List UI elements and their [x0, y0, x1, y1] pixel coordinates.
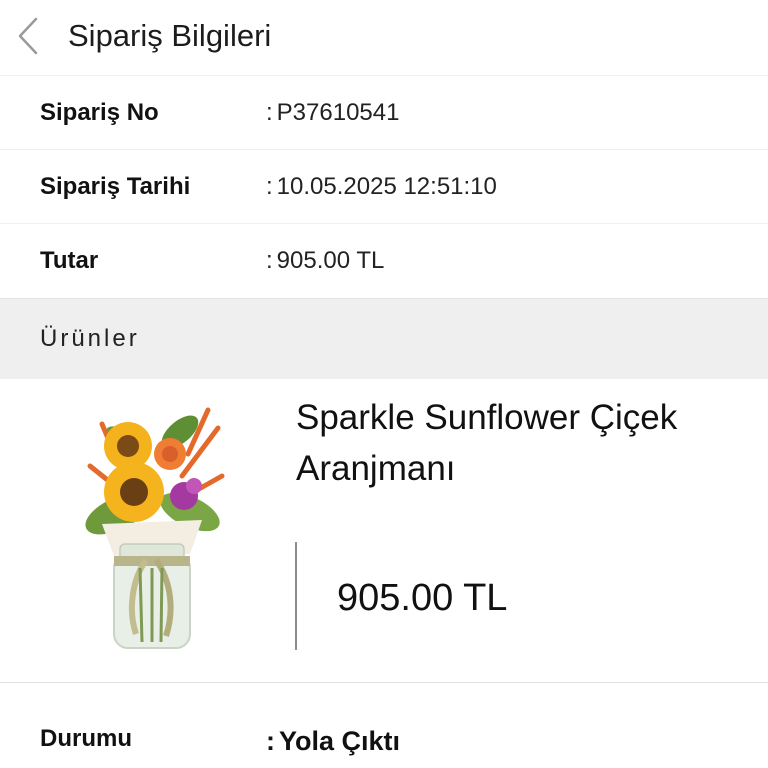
page-title: Sipariş Bilgileri	[68, 18, 272, 53]
back-chevron-icon[interactable]	[14, 15, 42, 57]
order-date-label: Sipariş Tarihi	[40, 173, 191, 200]
order-date-row: Sipariş Tarihi :10.05.2025 12:51:10	[0, 149, 768, 223]
products-section-title: Ürünler	[40, 325, 140, 352]
order-amount-value: 905.00 TL	[276, 247, 385, 274]
product-image[interactable]	[62, 384, 240, 662]
separator-colon: :	[266, 173, 273, 200]
top-nav-bar: Sipariş Bilgileri	[0, 0, 768, 74]
order-amount-label: Tutar	[40, 247, 99, 274]
separator-colon: :	[266, 726, 275, 756]
order-amount-value-group: :905.00 TL	[266, 246, 384, 276]
vertical-divider	[295, 542, 297, 650]
order-status-label: Durumu	[40, 725, 132, 752]
order-status-row: Durumu : Yola Çıktı	[0, 683, 768, 768]
separator-colon: :	[266, 247, 273, 274]
order-number-row: Sipariş No : P37610541	[0, 75, 768, 149]
separator-colon: :	[266, 99, 273, 126]
order-status-value-group: : Yola Çıktı	[266, 724, 400, 758]
order-date-value: 10.05.2025 12:51:10	[276, 173, 497, 200]
products-section-header: Ürünler	[0, 298, 768, 379]
product-price: 905.00 TL	[337, 577, 508, 619]
order-number-value-group: : P37610541	[266, 98, 399, 128]
order-status-value: Yola Çıktı	[279, 726, 401, 756]
order-number-label: Sipariş No	[40, 99, 159, 126]
product-list-item[interactable]: Sparkle Sunflower Çiçek Aranjmanı 905.00…	[0, 378, 768, 683]
order-date-value-group: :10.05.2025 12:51:10	[266, 172, 497, 202]
order-number-value: P37610541	[276, 99, 400, 126]
product-name: Sparkle Sunflower Çiçek Aranjmanı	[296, 398, 678, 488]
order-amount-row: Tutar :905.00 TL	[0, 223, 768, 299]
